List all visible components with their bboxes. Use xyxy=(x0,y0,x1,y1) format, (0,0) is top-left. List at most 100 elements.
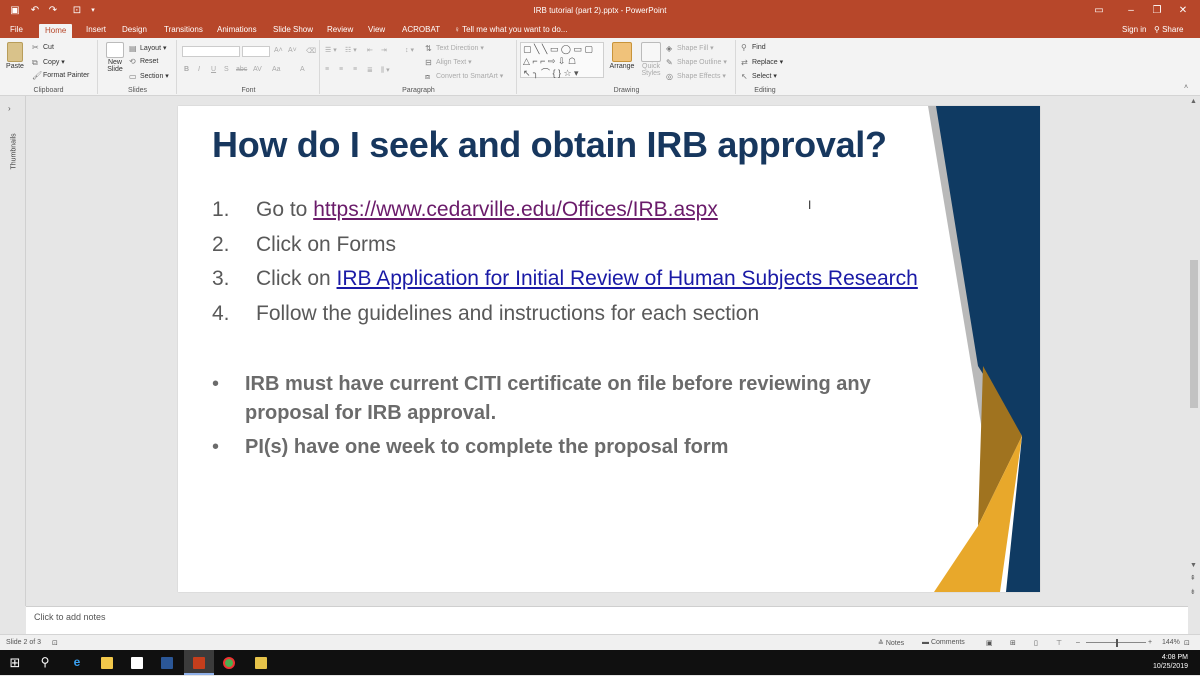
new-slide-button[interactable]: New Slide xyxy=(103,42,127,73)
text-direction-button[interactable]: ⇅ Text Direction ▾ xyxy=(425,44,484,53)
store-icon[interactable] xyxy=(122,650,152,675)
strikethrough-button[interactable]: abc xyxy=(236,66,247,73)
font-color-button[interactable]: A xyxy=(300,66,305,73)
font-name-input[interactable] xyxy=(182,46,240,57)
shapes-gallery[interactable]: ▢ ╲ ╲ ▭ ◯ ▭ ▢ △ ⌐ ⌐ ⇨ ⇩ ☖ ↖ ╮ ⌒ { } ☆ ▾ xyxy=(520,42,604,78)
quick-styles-button[interactable]: Quick Styles xyxy=(638,42,664,77)
scroll-up-icon[interactable]: ▲ xyxy=(1190,98,1197,105)
shape-fill-button[interactable]: ◈ Shape Fill ▾ xyxy=(666,44,714,53)
thumbnails-label[interactable]: Thumbnails xyxy=(11,110,18,169)
tab-animations[interactable]: Animations xyxy=(215,24,259,38)
shrink-font-icon[interactable]: A˅ xyxy=(288,47,297,54)
font-size-input[interactable] xyxy=(242,46,270,57)
grow-font-icon[interactable]: A˄ xyxy=(274,47,283,54)
align-left-icon[interactable]: ≡ xyxy=(325,66,329,73)
slide-canvas[interactable]: How do I seek and obtain IRB approval? 1… xyxy=(178,106,1040,592)
align-right-icon[interactable]: ≡ xyxy=(353,66,357,73)
clear-formatting-icon[interactable]: ⌫ xyxy=(306,47,316,55)
ribbon-display-options-icon[interactable]: ▭ xyxy=(1088,3,1110,19)
reset-button[interactable]: ⟲ Reset xyxy=(129,58,158,66)
irb-application-link[interactable]: IRB Application for Initial Review of Hu… xyxy=(337,267,918,290)
tab-transitions[interactable]: Transitions xyxy=(162,24,205,38)
find-button[interactable]: ⚲ Find xyxy=(741,44,766,52)
zoom-out-icon[interactable]: – xyxy=(1076,639,1080,646)
tab-view[interactable]: View xyxy=(366,24,387,38)
windows-start-icon[interactable]: ⊞ xyxy=(0,650,30,675)
section-button[interactable]: ▭ Section ▾ xyxy=(129,72,169,81)
notes-button[interactable]: ≙ Notes xyxy=(878,639,904,647)
reading-view-icon[interactable]: ▯ xyxy=(1034,639,1038,647)
system-clock[interactable]: 4:08 PM 10/25/2019 xyxy=(1153,653,1188,671)
reset-label: Reset xyxy=(140,58,159,65)
tab-design[interactable]: Design xyxy=(120,24,149,38)
slideshow-icon[interactable]: ⊤ xyxy=(1056,639,1062,647)
zoom-in-icon[interactable]: + xyxy=(1148,639,1152,646)
notes-placeholder[interactable]: Click to add notes xyxy=(34,612,106,622)
decrease-indent-icon[interactable]: ⇤ xyxy=(367,46,373,54)
scrollbar-thumb[interactable] xyxy=(1190,260,1198,408)
char-spacing-button[interactable]: AV xyxy=(253,66,262,73)
slides-label: Slides xyxy=(127,87,148,94)
line-spacing-icon[interactable]: ↕ ▾ xyxy=(405,46,414,54)
bold-button[interactable]: B xyxy=(184,66,189,73)
chrome-icon[interactable] xyxy=(214,650,244,675)
select-button[interactable]: ↖ Select ▾ xyxy=(741,72,777,81)
shape-fill-label: Shape Fill xyxy=(677,45,709,52)
tab-review[interactable]: Review xyxy=(325,24,355,38)
arrange-button[interactable]: Arrange xyxy=(608,42,636,70)
zoom-level[interactable]: 144% xyxy=(1162,639,1180,646)
search-icon[interactable]: ⚲ xyxy=(30,650,60,675)
minimize-icon[interactable]: – xyxy=(1120,3,1142,19)
spell-check-icon[interactable]: ⊡ xyxy=(52,639,58,647)
shape-effects-button[interactable]: ◎ Shape Effects ▾ xyxy=(666,72,726,81)
underline-button[interactable]: U xyxy=(211,66,216,73)
replace-button[interactable]: ⇄ Replace ▾ xyxy=(741,58,783,67)
layout-button[interactable]: ▤ Layout ▾ xyxy=(129,44,167,53)
close-icon[interactable]: ✕ xyxy=(1172,3,1194,19)
edge-browser-icon[interactable]: e xyxy=(62,650,92,675)
sign-in-link[interactable]: Sign in xyxy=(1122,25,1146,34)
format-painter-button[interactable]: 🖌Format Painter xyxy=(32,72,89,80)
slide-title[interactable]: How do I seek and obtain IRB approval? xyxy=(212,124,887,166)
comments-button[interactable]: ▬ Comments xyxy=(922,639,965,646)
paste-button[interactable]: Paste xyxy=(4,42,26,70)
collapse-ribbon-icon[interactable]: ˄ xyxy=(1184,84,1188,91)
slide-sorter-icon[interactable]: ⊞ xyxy=(1010,639,1016,647)
powerpoint-icon[interactable] xyxy=(184,650,214,675)
align-text-button[interactable]: ⊟ Align Text ▾ xyxy=(425,58,472,67)
columns-icon[interactable]: ⫼ ▾ xyxy=(381,66,390,75)
fit-to-window-icon[interactable]: ⊡ xyxy=(1184,639,1190,647)
normal-view-icon[interactable]: ▣ xyxy=(986,639,993,647)
previous-slide-icon[interactable]: ⇞ xyxy=(1190,574,1196,582)
file-explorer-icon[interactable] xyxy=(92,650,122,675)
app-icon[interactable] xyxy=(246,650,276,675)
tab-insert[interactable]: Insert xyxy=(84,24,108,38)
italic-button[interactable]: I xyxy=(198,66,200,73)
numbering-icon[interactable]: ☷ ▾ xyxy=(345,46,357,54)
cut-button[interactable]: ✂ Cut xyxy=(32,44,54,52)
copy-button[interactable]: ⧉ Copy ▾ xyxy=(32,58,65,67)
share-button[interactable]: ⚲ Share xyxy=(1154,25,1183,34)
maximize-icon[interactable]: ❐ xyxy=(1146,3,1168,19)
word-icon[interactable] xyxy=(152,650,182,675)
change-case-button[interactable]: Aa xyxy=(272,66,281,73)
tell-me-box[interactable]: ♀ Tell me what you want to do... xyxy=(452,24,569,38)
paste-icon xyxy=(7,42,23,62)
tab-file[interactable]: File xyxy=(8,24,25,38)
convert-smartart-button[interactable]: ⧈ Convert to SmartArt ▾ xyxy=(425,72,503,81)
irb-website-link[interactable]: https://www.cedarville.edu/Offices/IRB.a… xyxy=(313,198,718,221)
notes-pane[interactable]: Click to add notes xyxy=(26,606,1188,634)
tab-slide-show[interactable]: Slide Show xyxy=(271,24,315,38)
tab-acrobat[interactable]: ACROBAT xyxy=(400,24,442,38)
shadow-button[interactable]: S xyxy=(224,66,229,73)
increase-indent-icon[interactable]: ⇥ xyxy=(381,46,387,54)
shape-outline-button[interactable]: ✎ Shape Outline ▾ xyxy=(666,58,727,67)
scroll-down-icon[interactable]: ▼ xyxy=(1190,562,1197,569)
next-slide-icon[interactable]: ⇟ xyxy=(1190,588,1196,596)
align-center-icon[interactable]: ≡ xyxy=(339,66,343,73)
tab-home[interactable]: Home xyxy=(39,24,73,38)
zoom-slider-handle[interactable] xyxy=(1116,639,1118,647)
justify-icon[interactable]: ≣ xyxy=(367,66,373,74)
vertical-scrollbar[interactable]: ▲ ▼ ⇞ ⇟ xyxy=(1188,96,1200,606)
bullets-icon[interactable]: ☰ ▾ xyxy=(325,46,337,54)
